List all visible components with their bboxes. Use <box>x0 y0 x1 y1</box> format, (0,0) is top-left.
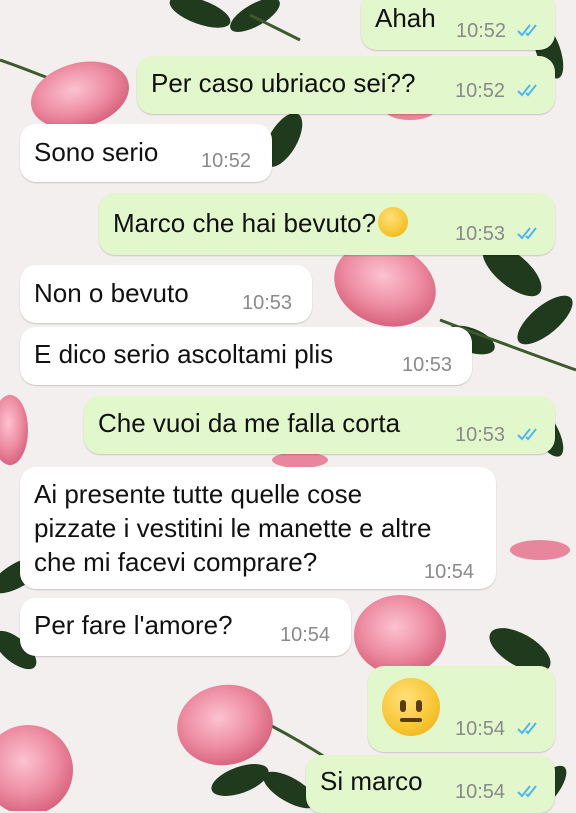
message-text: Per caso ubriaco sei?? <box>151 68 416 98</box>
message-outgoing[interactable]: 10:54 <box>368 666 555 752</box>
message-time: 10:53 <box>455 223 506 245</box>
double-check-read-icon <box>517 722 537 735</box>
message-text-line: Ai presente tutte quelle cose <box>34 479 363 509</box>
message-text: Si marco <box>320 766 423 796</box>
message-outgoing[interactable]: Marco che hai bevuto? 10:53 <box>99 193 555 255</box>
message-time: 10:54 <box>455 781 506 803</box>
message-text: Per fare l'amore? <box>34 610 233 640</box>
message-text: Marco che hai bevuto? <box>113 206 409 240</box>
message-outgoing[interactable]: Si marco 10:54 <box>306 755 555 813</box>
double-check-read-icon <box>517 227 537 240</box>
grinning-sweat-emoji-icon <box>378 207 409 237</box>
neutral-face-emoji-icon <box>382 678 440 736</box>
message-time: 10:52 <box>456 20 507 42</box>
message-time: 10:54 <box>455 718 506 740</box>
message-text: Sono serio <box>34 137 159 167</box>
double-check-read-icon <box>517 785 537 798</box>
message-time: 10:53 <box>455 424 506 446</box>
message-text: Ahah <box>375 3 436 33</box>
message-time: 10:52 <box>201 150 252 172</box>
message-text-content: Marco che hai bevuto? <box>113 208 377 238</box>
message-incoming[interactable]: Ai presente tutte quelle cose pizzate i … <box>20 467 496 589</box>
double-check-read-icon <box>517 24 537 37</box>
message-outgoing[interactable]: Per caso ubriaco sei?? 10:52 <box>137 56 555 114</box>
message-text: Che vuoi da me falla corta <box>98 408 401 438</box>
message-incoming[interactable]: Per fare l'amore? 10:54 <box>20 598 351 656</box>
double-check-read-icon <box>517 84 537 97</box>
message-time: 10:54 <box>424 561 475 583</box>
message-text: Non o bevuto <box>34 278 189 308</box>
message-text-line: che mi facevi comprare? <box>34 547 318 577</box>
message-time: 10:54 <box>280 624 331 646</box>
message-outgoing[interactable]: Che vuoi da me falla corta 10:53 <box>84 396 555 454</box>
double-check-read-icon <box>517 428 537 441</box>
message-outgoing[interactable]: Ahah 10:52 <box>361 0 555 50</box>
message-incoming[interactable]: E dico serio ascoltami plis 10:53 <box>20 327 472 385</box>
message-incoming[interactable]: Sono serio 10:52 <box>20 124 272 182</box>
message-time: 10:53 <box>402 354 453 376</box>
message-text: E dico serio ascoltami plis <box>34 339 334 369</box>
message-text-line: pizzate i vestitini le manette e altre <box>34 513 432 543</box>
message-time: 10:52 <box>455 80 506 102</box>
message-time: 10:53 <box>242 292 293 314</box>
message-incoming[interactable]: Non o bevuto 10:53 <box>20 265 312 323</box>
